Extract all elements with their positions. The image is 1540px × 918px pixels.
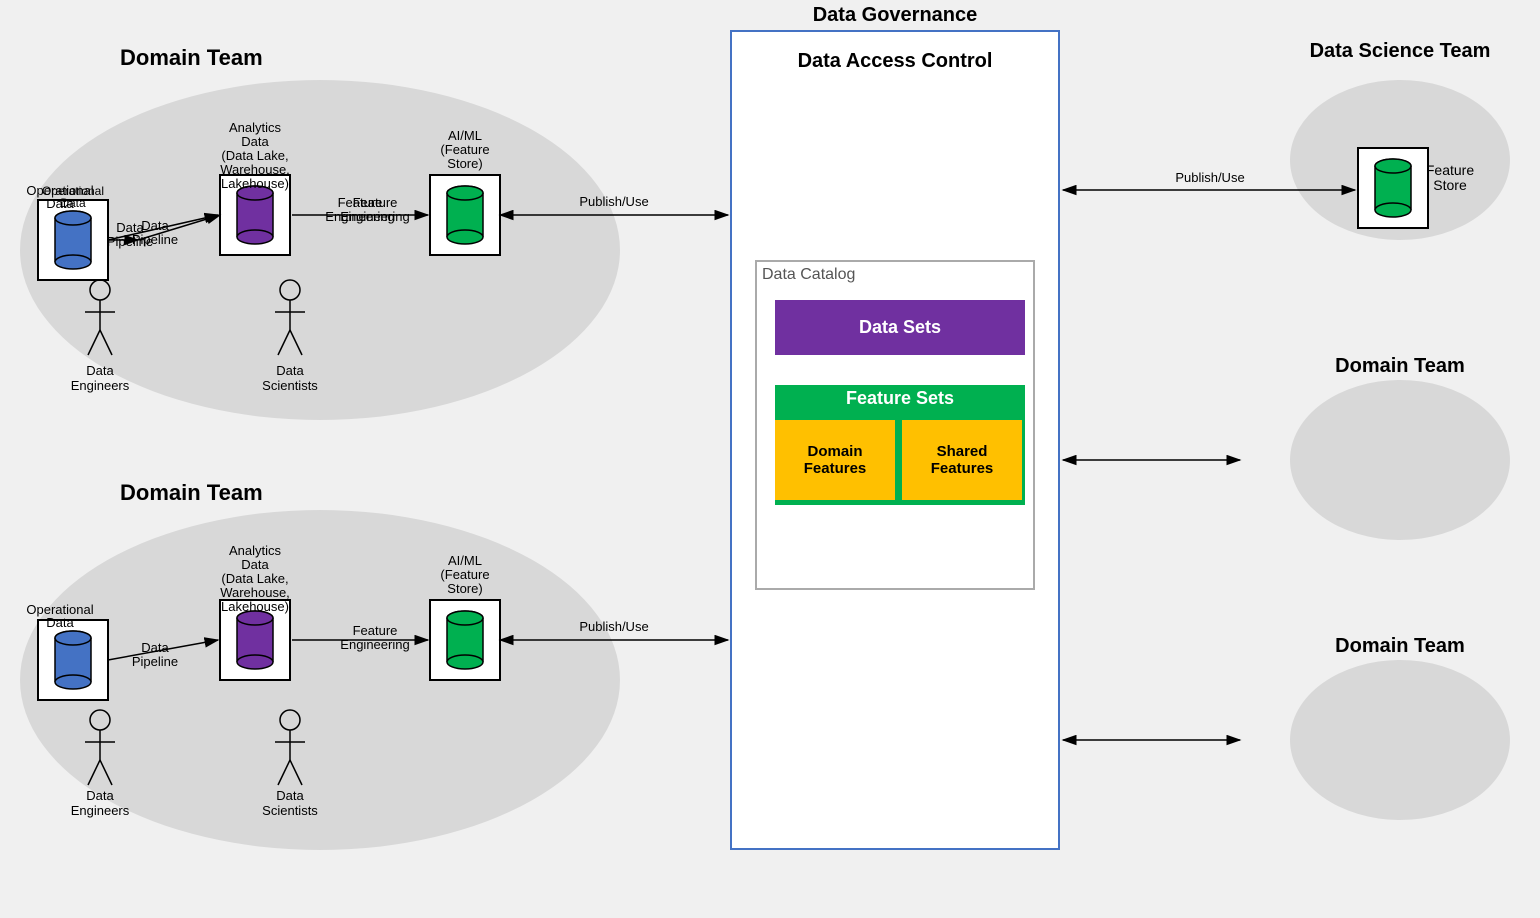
shared-features-label: SharedFeatures xyxy=(931,443,994,477)
domain-team-top-title: Domain Team xyxy=(120,45,263,71)
domain-team-right-mid-circle xyxy=(1290,380,1510,540)
svg-text:Engineers: Engineers xyxy=(71,378,130,393)
domain-team-bottom-ellipse xyxy=(20,510,620,850)
catalog-label: Data Catalog xyxy=(762,266,855,284)
domain-right-bottom-title: Domain Team xyxy=(1290,635,1510,658)
datasets-label: Data Sets xyxy=(859,317,941,338)
domain-team-top-ellipse xyxy=(20,80,620,420)
gov-title: Data Governance xyxy=(730,4,1060,27)
featuresets-label: Feature Sets xyxy=(775,388,1025,409)
domain-team-right-bottom-circle xyxy=(1290,660,1510,820)
ds-team-title: Data Science Team xyxy=(1290,40,1510,63)
datasets-box: Data Sets xyxy=(775,300,1025,355)
domain-right-mid-title: Domain Team xyxy=(1290,355,1510,378)
domain-features-box: DomainFeatures xyxy=(775,420,895,500)
dac-title: Data Access Control xyxy=(735,50,1055,73)
shared-features-box: SharedFeatures xyxy=(902,420,1022,500)
data-science-team-circle xyxy=(1290,80,1510,240)
svg-text:Publish/Use: Publish/Use xyxy=(1175,170,1244,185)
domain-features-label: DomainFeatures xyxy=(804,443,867,477)
diagram: Domain Team Domain Team Data Governance … xyxy=(0,0,1540,918)
domain-team-bottom-title: Domain Team xyxy=(120,480,263,506)
